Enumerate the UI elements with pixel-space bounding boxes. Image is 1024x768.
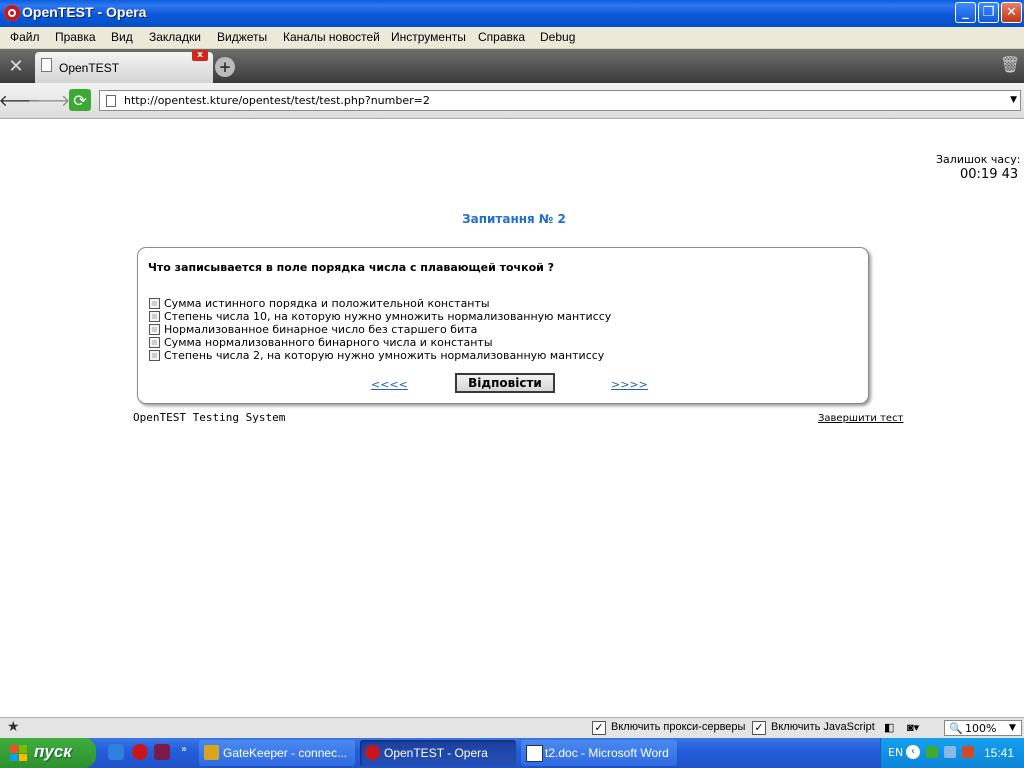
expand-quicklaunch-icon[interactable]: » bbox=[181, 744, 187, 755]
maximize-button[interactable]: ❐ bbox=[978, 2, 999, 23]
question-text: Что записывается в поле порядка числа с … bbox=[148, 261, 555, 274]
option-checkbox[interactable] bbox=[149, 298, 160, 309]
option-checkbox[interactable] bbox=[149, 324, 160, 335]
language-indicator[interactable]: EN bbox=[888, 746, 903, 759]
javascript-checkbox[interactable]: ✓ bbox=[752, 721, 766, 735]
tray-expand-icon[interactable]: ‹ bbox=[906, 745, 920, 759]
menu-tools[interactable]: Инструменты bbox=[391, 30, 466, 44]
task-label: t2.doc - Microsoft Word bbox=[545, 746, 669, 760]
close-window-button[interactable]: ✕ bbox=[1001, 2, 1022, 23]
menu-file[interactable]: Файл bbox=[10, 30, 40, 44]
zoom-value: 100% bbox=[965, 722, 997, 735]
finish-test-link[interactable]: Завершити тест bbox=[818, 413, 903, 424]
window-titlebar: OpenTEST - Opera _ ❐ ✕ bbox=[0, 0, 1024, 27]
navigation-bar: 🡐 🡒 ⟳ http://opentest.kture/opentest/tes… bbox=[0, 83, 1024, 119]
trash-icon[interactable]: 🗑 bbox=[1000, 55, 1020, 74]
option-checkbox[interactable] bbox=[149, 311, 160, 322]
page-icon bbox=[106, 95, 116, 107]
taskbar: пуск » GateKeeper - connec... OpenTEST -… bbox=[0, 738, 1024, 768]
chevron-down-icon[interactable]: ▼ bbox=[1009, 723, 1016, 733]
tools-icon[interactable]: ✕ bbox=[0, 49, 32, 83]
url-text[interactable]: http://opentest.kture/opentest/test/test… bbox=[124, 94, 430, 107]
task-label: OpenTEST - Opera bbox=[384, 746, 488, 760]
word-document-icon bbox=[526, 745, 543, 762]
start-label: пуск bbox=[34, 742, 72, 761]
option-label: Степень числа 2, на которую нужно умножи… bbox=[164, 349, 605, 362]
javascript-label[interactable]: Включить JavaScript bbox=[771, 721, 875, 733]
menu-bookmarks[interactable]: Закладки bbox=[149, 30, 201, 44]
windows-logo-icon bbox=[10, 745, 27, 761]
previous-question-link[interactable]: <<<< bbox=[371, 378, 408, 391]
option-checkbox[interactable] bbox=[149, 350, 160, 361]
menu-debug[interactable]: Debug bbox=[540, 30, 575, 44]
clock[interactable]: 15:41 bbox=[984, 746, 1014, 760]
forward-arrow-icon[interactable]: 🡒 bbox=[28, 89, 71, 111]
footer-system-name: OpenTEST Testing System bbox=[133, 411, 286, 424]
tab-opentest[interactable]: OpenTEST bbox=[35, 52, 213, 83]
opera-icon[interactable] bbox=[132, 744, 148, 760]
chevron-down-icon[interactable]: ▼ bbox=[1010, 95, 1017, 105]
network-icon[interactable] bbox=[926, 746, 938, 758]
task-opera[interactable]: OpenTEST - Opera bbox=[360, 740, 516, 766]
tab-bar: ✕ OpenTEST 🗑 bbox=[0, 49, 1024, 83]
tab-close-icon[interactable]: x bbox=[192, 50, 208, 61]
option-checkbox[interactable] bbox=[149, 337, 160, 348]
answer-button[interactable]: Відповісти bbox=[455, 373, 555, 393]
time-remaining-value: 00:19 43 bbox=[960, 167, 1019, 182]
zoom-control[interactable]: 🔍 100% ▼ bbox=[944, 720, 1022, 736]
key-icon bbox=[204, 745, 219, 760]
option-label: Степень числа 10, на которую нужно умнож… bbox=[164, 310, 612, 323]
address-field[interactable]: http://opentest.kture/opentest/test/test… bbox=[99, 90, 1021, 111]
proxy-checkbox[interactable]: ✓ bbox=[592, 721, 606, 735]
star-icon[interactable]: ★ bbox=[7, 719, 20, 735]
document-icon bbox=[41, 58, 52, 72]
new-tab-button[interactable]: + bbox=[215, 57, 235, 77]
task-word[interactable]: t2.doc - Microsoft Word bbox=[521, 740, 677, 766]
option-label: Сумма истинного порядка и положительной … bbox=[164, 297, 490, 310]
internet-explorer-icon[interactable] bbox=[108, 744, 124, 760]
start-button[interactable]: пуск bbox=[0, 738, 96, 768]
minimize-button[interactable]: _ bbox=[955, 2, 976, 23]
menu-bar: Файл Правка Вид Закладки Виджеты Каналы … bbox=[0, 27, 1024, 49]
opera-logo-icon bbox=[4, 5, 20, 21]
system-tray: EN ‹ 15:41 bbox=[880, 738, 1024, 768]
magnifier-icon: 🔍 bbox=[949, 722, 963, 735]
next-question-link[interactable]: >>>> bbox=[611, 378, 648, 391]
option-label: Сумма нормализованного бинарного числа и… bbox=[164, 336, 493, 349]
save-disk-icon[interactable] bbox=[154, 744, 170, 760]
connection-icon[interactable] bbox=[944, 746, 956, 758]
menu-help[interactable]: Справка bbox=[478, 30, 525, 44]
tab-label: OpenTEST bbox=[59, 61, 120, 75]
time-remaining-label: Залишок часу: bbox=[936, 153, 1021, 166]
camera-icon[interactable]: ◙▾ bbox=[907, 721, 919, 734]
speaker-icon[interactable]: ◧ bbox=[884, 721, 894, 734]
menu-edit[interactable]: Правка bbox=[55, 30, 96, 44]
question-title: Запитання № 2 bbox=[462, 212, 566, 226]
status-bar: ★ ✓ Включить прокси-серверы ✓ Включить J… bbox=[0, 717, 1024, 738]
task-gatekeeper[interactable]: GateKeeper - connec... bbox=[199, 740, 355, 766]
menu-view[interactable]: Вид bbox=[111, 30, 133, 44]
reload-icon[interactable]: ⟳ bbox=[69, 89, 91, 111]
task-label: GateKeeper - connec... bbox=[223, 746, 348, 760]
opera-icon bbox=[365, 745, 380, 760]
proxy-label[interactable]: Включить прокси-серверы bbox=[611, 721, 745, 733]
window-title: OpenTEST - Opera bbox=[22, 4, 147, 20]
menu-feeds[interactable]: Каналы новостей bbox=[283, 30, 380, 44]
option-label: Нормализованное бинарное число без старш… bbox=[164, 323, 478, 336]
security-icon[interactable] bbox=[962, 746, 974, 758]
menu-widgets[interactable]: Виджеты bbox=[217, 30, 267, 44]
